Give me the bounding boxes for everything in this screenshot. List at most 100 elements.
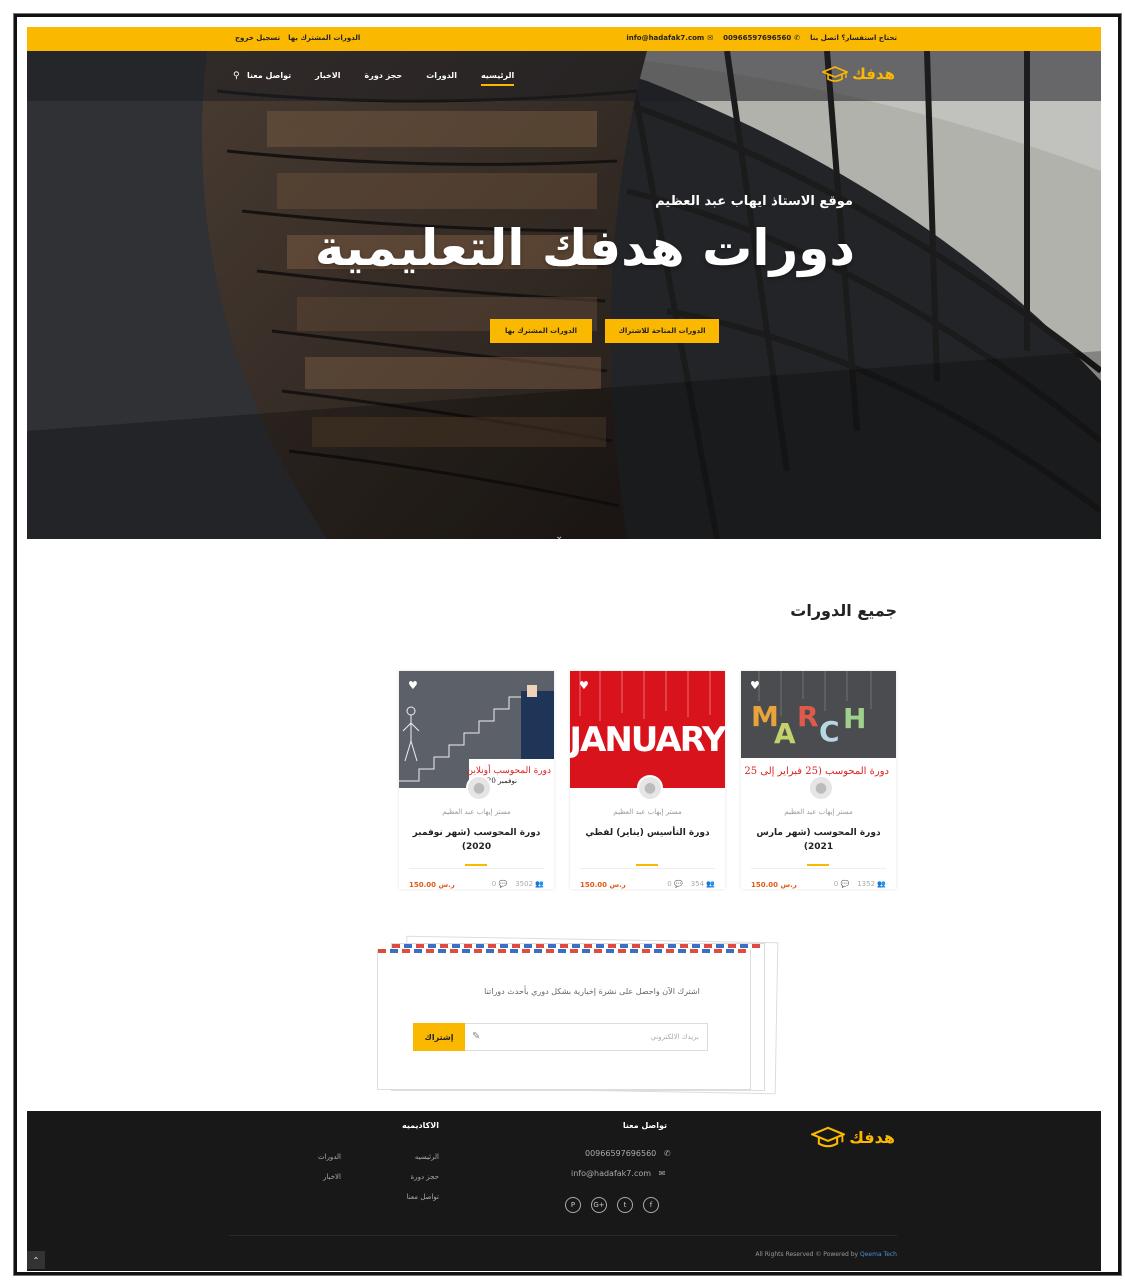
- divider: [751, 868, 886, 869]
- course-card[interactable]: M A R C H دورة المحوسب (25 فبراير إلى 25…: [741, 671, 896, 889]
- brand-name: هدفك: [852, 65, 895, 83]
- footer-email[interactable]: info@hadafak7.com ✉: [571, 1169, 665, 1178]
- academy-heading: الاكاديميه: [402, 1121, 439, 1130]
- footer-link-news[interactable]: الاخبار: [323, 1173, 341, 1181]
- course-card[interactable]: JANUARY ♥ ● مستر إيهاب عبد العظيم دورة ا…: [570, 671, 725, 889]
- copyright: All Rights Reserved © Powered by Qeema T…: [755, 1251, 897, 1258]
- footer-logo[interactable]: هدفك: [811, 1125, 895, 1149]
- footer-link-courses[interactable]: الدورات: [318, 1153, 341, 1161]
- airmail-stripe: [378, 949, 750, 953]
- footer-link-book[interactable]: حجز دورة: [411, 1173, 439, 1181]
- students-count: 1352 👥: [857, 880, 886, 888]
- help-text: تحتاج استفسار؟ اتصل بنا: [810, 34, 897, 42]
- my-courses-link[interactable]: الدورات المشترك بها: [288, 34, 360, 42]
- course-image[interactable]: JANUARY ♥: [570, 671, 725, 788]
- divider: [580, 868, 715, 869]
- comments-value: 0: [833, 880, 839, 888]
- powered-by-link[interactable]: Qeema Tech: [860, 1251, 897, 1258]
- browser-frame: تحتاج استفسار؟ اتصل بنا ✆00966597696560 …: [14, 14, 1121, 1275]
- accent-bar: [636, 864, 658, 866]
- topbar-phone[interactable]: ✆00966597696560: [723, 34, 800, 42]
- email-text: info@hadafak7.com: [571, 1169, 652, 1178]
- section-title: جميع الدورات: [790, 601, 897, 620]
- course-stats: 0 💬 1352 👥: [834, 880, 886, 888]
- nav-contact[interactable]: تواصل معنا: [247, 71, 291, 86]
- email-input[interactable]: بريدك الالكتروني: [650, 1033, 699, 1041]
- search-icon[interactable]: ⚲: [233, 71, 240, 81]
- footer-phone[interactable]: 00966597696560 ✆: [585, 1149, 671, 1158]
- svg-text:C: C: [819, 715, 840, 748]
- newsletter-form: إشتراك ✎ بريدك الالكتروني: [413, 1023, 708, 1051]
- topbar-contact: تحتاج استفسار؟ اتصل بنا ✆00966597696560 …: [626, 34, 897, 42]
- course-title[interactable]: دورة التأسيس (يناير) لفظي: [580, 826, 715, 840]
- course-card[interactable]: دورة المحوسب أونلاين نوفمبر 2020 ♥ ● مست…: [399, 671, 554, 889]
- instructor-name: مستر إيهاب عبد العظيم: [613, 808, 682, 816]
- pinterest-icon[interactable]: P: [565, 1197, 581, 1213]
- nav-courses[interactable]: الدورات: [426, 71, 457, 86]
- send-icon: ✎: [472, 1031, 481, 1042]
- svg-text:H: H: [843, 702, 866, 735]
- brand-name: هدفك: [849, 1127, 895, 1147]
- footer-link-home[interactable]: الرئيسيه: [415, 1153, 439, 1161]
- available-courses-button[interactable]: الدورات المتاحة للاشتراك: [605, 319, 719, 343]
- comments-value: 0: [667, 880, 672, 888]
- image-word: JANUARY: [570, 720, 725, 760]
- comments-count: 0 💬: [492, 880, 507, 888]
- library-background-image: [27, 51, 1101, 539]
- svg-text:A: A: [774, 717, 796, 750]
- chevron-down-icon[interactable]: ⌄: [555, 531, 563, 539]
- users-icon: 👥: [877, 880, 886, 888]
- users-icon: 👥: [535, 880, 544, 888]
- hero-title: دورات هدفك التعليمية: [314, 219, 855, 277]
- heart-icon[interactable]: ♥: [408, 679, 418, 692]
- students-count: 354 👥: [691, 880, 715, 888]
- comments-count: 0 💬: [667, 880, 682, 888]
- nav-news[interactable]: الاخبار: [315, 71, 340, 86]
- nav-book-course[interactable]: حجز دورة: [365, 71, 403, 86]
- instructor-name: مستر إيهاب عبد العظيم: [442, 808, 511, 816]
- phone-icon: ✆: [663, 1149, 671, 1158]
- envelope-icon: ✉: [707, 34, 714, 42]
- newsletter-text: اشترك الآن واحصل على نشرة إخبارية بشكل د…: [484, 987, 700, 996]
- march-image: M A R C H دورة المحوسب (25 فبراير إلى 25…: [741, 671, 896, 788]
- email-text: info@hadafak7.com: [626, 34, 705, 42]
- heart-icon[interactable]: ♥: [750, 679, 760, 692]
- phone-text: 00966597696560: [585, 1149, 657, 1158]
- accent-bar: [807, 864, 829, 866]
- heart-icon[interactable]: ♥: [579, 679, 589, 692]
- divider: [409, 868, 544, 869]
- facebook-icon[interactable]: f: [643, 1197, 659, 1213]
- comment-icon: 💬: [673, 880, 683, 888]
- phone-icon: ✆: [794, 34, 801, 42]
- google-plus-icon[interactable]: G+: [591, 1197, 607, 1213]
- topbar-email[interactable]: ✉info@hadafak7.com: [626, 34, 713, 42]
- students-value: 354: [690, 880, 705, 888]
- graduation-cap-icon: [822, 66, 849, 82]
- scroll-to-top-button[interactable]: ⌃: [27, 1251, 45, 1269]
- course-image[interactable]: M A R C H دورة المحوسب (25 فبراير إلى 25…: [741, 671, 896, 788]
- subscribe-button[interactable]: إشتراك: [413, 1023, 465, 1051]
- accent-bar: [465, 864, 487, 866]
- stairs-image: دورة المحوسب أونلاين نوفمبر 2020: [399, 671, 554, 788]
- copyright-text: All Rights Reserved © Powered by: [755, 1251, 859, 1258]
- footer-link-contact[interactable]: تواصل معنا: [407, 1193, 439, 1201]
- course-stats: 0 💬 3502 👥: [492, 880, 544, 888]
- course-price: 150.00 ر.س: [409, 881, 455, 889]
- course-title[interactable]: دورة المحوسب (شهر مارس 2021): [751, 826, 886, 854]
- comments-value: 0: [491, 880, 497, 888]
- course-title[interactable]: دورة المحوسب (شهر نوفمبر 2020): [409, 826, 544, 854]
- subscribed-courses-button[interactable]: الدورات المشترك بها: [490, 319, 592, 343]
- course-image[interactable]: دورة المحوسب أونلاين نوفمبر 2020 ♥: [399, 671, 554, 788]
- envelope-icon: ✉: [658, 1169, 666, 1178]
- twitter-icon[interactable]: t: [617, 1197, 633, 1213]
- brand-logo[interactable]: هدفك: [822, 65, 895, 83]
- nav-home[interactable]: الرئيسيه: [480, 71, 515, 86]
- topbar-account: الدورات المشترك بها تسجيل خروج: [235, 34, 360, 42]
- avatar: ●: [466, 775, 492, 801]
- instructor-name: مستر إيهاب عبد العظيم: [784, 808, 853, 816]
- footer: هدفك تواصل معنا 00966597696560 ✆ info@ha…: [27, 1111, 1101, 1271]
- graduation-cap-icon: [811, 1126, 846, 1148]
- comments-count: 0 💬: [834, 880, 849, 888]
- paper-front: [377, 949, 751, 1090]
- logout-link[interactable]: تسجيل خروج: [235, 34, 280, 42]
